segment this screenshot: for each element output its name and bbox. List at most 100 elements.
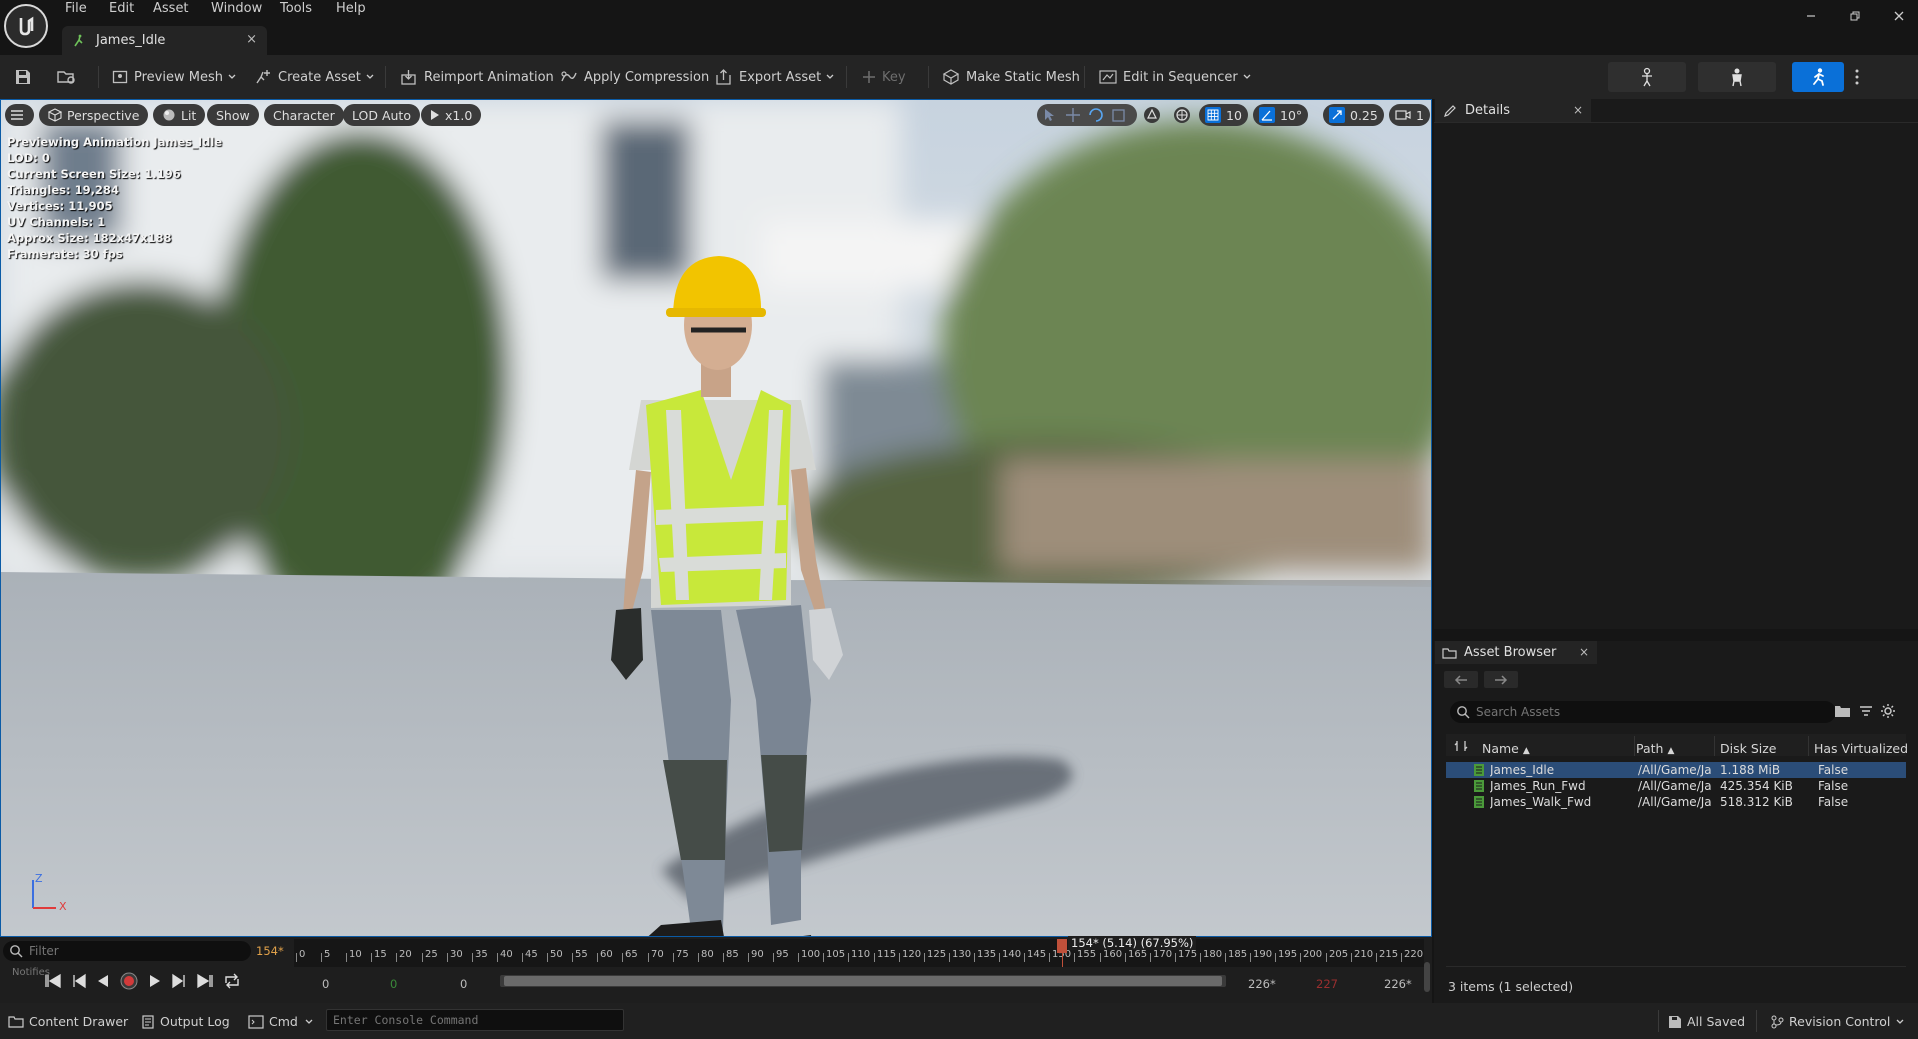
record-icon[interactable] bbox=[119, 971, 139, 991]
filter-icon[interactable] bbox=[1858, 703, 1874, 719]
browse-asset-icon[interactable] bbox=[57, 66, 83, 88]
forward-button[interactable] bbox=[1484, 671, 1518, 688]
skip-to-start-icon[interactable] bbox=[44, 973, 62, 989]
restore-button[interactable] bbox=[1842, 8, 1868, 24]
apply-compression-button[interactable]: Apply Compression bbox=[560, 66, 709, 88]
key-label: Key bbox=[882, 69, 906, 85]
sequencer-icon bbox=[1099, 70, 1117, 84]
ruler-tick bbox=[748, 953, 749, 962]
play-forward-icon[interactable] bbox=[148, 973, 162, 989]
details-tab[interactable]: Details × bbox=[1435, 99, 1591, 122]
more-options-button[interactable] bbox=[1848, 62, 1866, 92]
range-end-playback[interactable]: 226* bbox=[1248, 977, 1276, 991]
viewport-menu-button[interactable] bbox=[5, 104, 34, 126]
surface-snapping-button[interactable] bbox=[1139, 104, 1170, 126]
ruler-tick bbox=[1049, 953, 1050, 962]
output-log-button[interactable]: Output Log bbox=[141, 1014, 230, 1029]
menu-edit[interactable]: Edit bbox=[109, 0, 134, 18]
content-drawer-button[interactable]: Content Drawer bbox=[8, 1014, 128, 1029]
minimize-button[interactable] bbox=[1798, 8, 1824, 24]
unreal-logo-icon[interactable] bbox=[4, 4, 48, 48]
range-start-playback[interactable]: 0 bbox=[460, 977, 467, 991]
skeletal-mesh-mode-button[interactable] bbox=[1698, 62, 1776, 92]
save-icon[interactable] bbox=[14, 66, 38, 88]
menu-file[interactable]: File bbox=[65, 0, 87, 18]
folder-icon[interactable] bbox=[1834, 703, 1852, 719]
cmd-dropdown[interactable]: Cmd bbox=[248, 1014, 319, 1029]
range-end-view[interactable]: 226* bbox=[1384, 977, 1412, 991]
console-input[interactable] bbox=[333, 1013, 623, 1027]
step-forward-icon[interactable] bbox=[171, 973, 187, 989]
range-end-working[interactable]: 227 bbox=[1316, 977, 1338, 991]
export-asset-button[interactable]: Export Asset bbox=[715, 66, 841, 88]
playback-speed-button[interactable]: x1.0 bbox=[421, 104, 482, 126]
filter-input[interactable] bbox=[29, 944, 229, 958]
close-details-icon[interactable]: × bbox=[1573, 103, 1583, 117]
timeline-filter[interactable] bbox=[3, 941, 251, 961]
asset-search-input[interactable] bbox=[1476, 705, 1816, 719]
create-asset-button[interactable]: Create Asset bbox=[254, 66, 381, 88]
timeline-scrollbar-track[interactable] bbox=[500, 975, 1226, 987]
skip-to-end-icon[interactable] bbox=[196, 973, 214, 989]
close-asset-browser-icon[interactable]: × bbox=[1579, 645, 1589, 659]
timeline-ruler[interactable]: 0 5 10 15 20 25 30 35 40 45 50 55 60 65 70 75 80 85 90 95 10… bbox=[294, 939, 1424, 967]
asset-browser-tab[interactable]: Asset Browser × bbox=[1435, 641, 1597, 664]
reimport-animation-button[interactable]: Reimport Animation bbox=[400, 66, 554, 88]
column-path[interactable]: Path ▲ bbox=[1636, 741, 1674, 756]
close-tab-icon[interactable]: × bbox=[246, 32, 257, 47]
lit-mode-button[interactable]: Lit bbox=[153, 104, 206, 126]
asset-row[interactable]: James_Run_Fwd /All/Game/Ja 425.354 KiB F… bbox=[1446, 778, 1906, 794]
console-command-field[interactable] bbox=[326, 1009, 624, 1031]
timeline-scrollbar-thumb[interactable] bbox=[504, 976, 1222, 986]
range-start-view[interactable]: 0 bbox=[322, 977, 329, 991]
close-window-button[interactable] bbox=[1886, 8, 1912, 24]
make-static-mesh-button[interactable]: Make Static Mesh bbox=[942, 66, 1080, 88]
animation-mode-button[interactable] bbox=[1792, 62, 1844, 92]
menu-help[interactable]: Help bbox=[336, 0, 366, 18]
ruler-tick-label: 120 bbox=[902, 949, 922, 960]
all-saved-button[interactable]: All Saved bbox=[1668, 1014, 1745, 1029]
lod-button[interactable]: LOD Auto bbox=[343, 104, 420, 126]
revision-control-button[interactable]: Revision Control bbox=[1770, 1014, 1910, 1029]
loop-icon[interactable] bbox=[223, 973, 241, 989]
angle-icon bbox=[1259, 107, 1275, 123]
scale-snap-button[interactable]: 0.25 bbox=[1323, 104, 1384, 126]
back-button[interactable] bbox=[1444, 671, 1478, 688]
settings-gear-icon[interactable] bbox=[1880, 703, 1896, 719]
select-arrow-icon[interactable] bbox=[1041, 107, 1059, 123]
edit-in-sequencer-button[interactable]: Edit in Sequencer bbox=[1099, 66, 1258, 88]
show-button[interactable]: Show bbox=[207, 104, 259, 126]
menu-window[interactable]: Window bbox=[211, 0, 262, 18]
grid-snap-button[interactable]: 10 bbox=[1199, 104, 1248, 126]
play-reverse-icon[interactable] bbox=[96, 973, 110, 989]
key-button[interactable]: Key bbox=[862, 66, 906, 88]
preview-mesh-button[interactable]: Preview Mesh bbox=[112, 66, 243, 88]
rotate-icon[interactable] bbox=[1087, 107, 1105, 123]
rotation-snap-button[interactable]: 10° bbox=[1253, 104, 1309, 126]
asset-row[interactable]: James_Walk_Fwd /All/Game/Ja 518.312 KiB … bbox=[1446, 794, 1906, 810]
asset-row[interactable]: James_Idle /All/Game/Ja 1.188 MiB False bbox=[1446, 762, 1906, 778]
range-start-working[interactable]: 0 bbox=[390, 977, 397, 991]
step-back-icon[interactable] bbox=[71, 973, 87, 989]
document-tab-james-idle[interactable]: James_Idle × bbox=[62, 26, 267, 55]
camera-speed-button[interactable]: 1 bbox=[1389, 104, 1430, 126]
translate-icon[interactable] bbox=[1064, 107, 1082, 123]
asset-name: James_Idle bbox=[1490, 763, 1555, 777]
column-name[interactable]: Name ▲ bbox=[1482, 741, 1530, 756]
perspective-button[interactable]: Perspective bbox=[39, 104, 149, 126]
animation-preview-viewport[interactable]: Perspective Lit Show Character LOD Auto … bbox=[0, 99, 1432, 937]
column-has-virtualized[interactable]: Has Virtualized bbox=[1814, 741, 1908, 756]
timeline-vertical-scrollbar[interactable] bbox=[1424, 962, 1430, 992]
world-local-button[interactable] bbox=[1169, 104, 1200, 126]
menu-tools[interactable]: Tools bbox=[280, 0, 312, 18]
character-button[interactable]: Character bbox=[264, 104, 344, 126]
column-disk-size[interactable]: Disk Size bbox=[1720, 741, 1776, 756]
asset-search-box[interactable] bbox=[1450, 701, 1836, 723]
reimport-animation-label: Reimport Animation bbox=[424, 69, 554, 85]
stats-line: UV Channels: 1 bbox=[7, 215, 106, 229]
skeleton-mode-button[interactable] bbox=[1608, 62, 1686, 92]
asset-browser-panel: Asset Browser × Name ▲ Path ▲ Disk Size … bbox=[1434, 641, 1918, 1003]
column-options-icon[interactable] bbox=[1454, 739, 1468, 753]
scale-icon[interactable] bbox=[1110, 107, 1128, 123]
menu-asset[interactable]: Asset bbox=[153, 0, 189, 18]
